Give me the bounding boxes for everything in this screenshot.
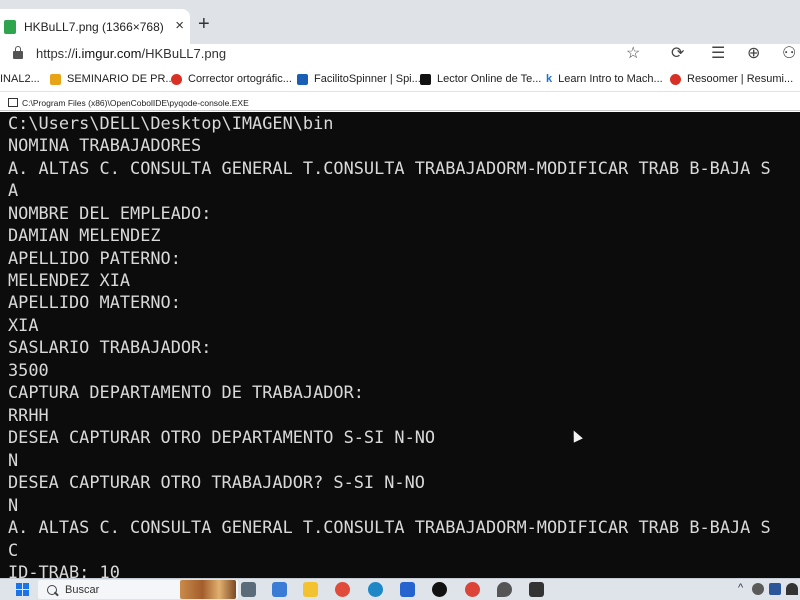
bookmarks-bar: INAL2... SEMINARIO DE PR... Corrector or…: [0, 70, 800, 92]
bookmark-item[interactable]: k Learn Intro to Mach...: [546, 73, 663, 85]
console-line: DESEA CAPTURAR OTRO TRABAJADOR? S-SI N-N…: [8, 472, 425, 492]
console-line: A. ALTAS C. CONSULTA GENERAL T.CONSULTA …: [8, 517, 771, 537]
console-title-bar: C:\Program Files (x86)\OpenCobolIDE\pyqo…: [0, 95, 800, 111]
console-title: C:\Program Files (x86)\OpenCobolIDE\pyqo…: [22, 97, 249, 108]
extensions-icon[interactable]: ⟳: [671, 44, 684, 64]
files-app-icon[interactable]: [272, 582, 287, 597]
browser-tab-strip: HKBuLL7.png (1366×768) × +: [0, 0, 800, 44]
console-line: C:\Users\DELL\Desktop\IMAGEN\bin: [8, 113, 334, 133]
windows-start-icon[interactable]: [16, 583, 29, 596]
console-line: DESEA CAPTURAR OTRO DEPARTAMENTO S-SI N-…: [8, 427, 436, 447]
console-line: APELLIDO PATERNO:: [8, 248, 181, 268]
console-line: A: [8, 180, 19, 200]
close-tab-icon[interactable]: ×: [175, 17, 184, 35]
console-line: A. ALTAS C. CONSULTA GENERAL T.CONSULTA …: [8, 158, 771, 178]
console-line: RRHH: [8, 405, 49, 425]
bookmark-item[interactable]: INAL2...: [0, 73, 40, 85]
lock-icon[interactable]: [13, 46, 23, 59]
console-window-icon: [8, 98, 18, 107]
todo-icon[interactable]: [400, 582, 415, 597]
edge-icon[interactable]: [368, 582, 383, 597]
console-line: 3500: [8, 360, 49, 380]
tab-image[interactable]: HKBuLL7.png (1366×768) ×: [0, 9, 190, 44]
chrome-profile-icon[interactable]: [465, 582, 480, 597]
resoomer-icon: [670, 73, 681, 85]
tray-overflow-icon[interactable]: ^: [738, 582, 743, 594]
word-icon[interactable]: [769, 583, 781, 595]
bookmark-folder-icon: [50, 73, 61, 85]
console-line: C: [8, 540, 19, 560]
console-line: N: [8, 495, 19, 515]
image-favicon-icon: [4, 19, 16, 34]
url-path: /HKBuLL7.png: [141, 46, 227, 61]
star-icon[interactable]: ☆: [626, 44, 640, 64]
mouse-pointer-icon: [569, 428, 583, 443]
chrome-icon[interactable]: [335, 582, 350, 597]
spinner-icon: [297, 73, 308, 85]
task-view-icon[interactable]: [241, 582, 256, 597]
console-line: N: [8, 450, 19, 470]
tab-title: HKBuLL7.png (1366×768): [24, 19, 164, 34]
search-placeholder: Buscar: [65, 583, 100, 596]
collections-icon[interactable]: ⊕: [747, 44, 760, 64]
profile-icon[interactable]: ⚇: [782, 44, 796, 64]
new-tab-button[interactable]: +: [198, 13, 210, 35]
kaggle-icon: k: [546, 73, 553, 85]
console-line: NOMBRE DEL EMPLEADO:: [8, 203, 212, 223]
reader-icon: [420, 73, 431, 85]
console-line: DAMIAN MELENDEZ: [8, 225, 161, 245]
console-line: CAPTURA DEPARTAMENTO DE TRABAJADOR:: [8, 382, 364, 402]
console-app-icon[interactable]: [529, 582, 544, 597]
wifi-icon[interactable]: [786, 583, 798, 595]
console-line: XIA: [8, 315, 39, 335]
taskbar: Buscar ^: [0, 578, 800, 600]
bookmark-item[interactable]: SEMINARIO DE PR...: [50, 73, 175, 85]
search-icon: [47, 584, 57, 595]
console-line: MELENDEZ XIA: [8, 270, 131, 290]
console-line: ID-TRAB: 10: [8, 562, 120, 578]
taskbar-search-box[interactable]: Buscar: [38, 580, 238, 599]
console-output[interactable]: C:\Users\DELL\Desktop\IMAGEN\bin NOMINA …: [0, 112, 800, 578]
corrector-icon: [171, 73, 182, 85]
search-highlight-image: [180, 580, 236, 599]
console-line: SASLARIO TRABAJADOR:: [8, 337, 212, 357]
tiktok-icon[interactable]: [432, 582, 447, 597]
file-explorer-icon[interactable]: [303, 582, 318, 597]
bookmark-item[interactable]: Lector Online de Te...: [420, 73, 541, 85]
favorites-icon[interactable]: ☰: [711, 44, 725, 64]
url-host: i.imgur.com: [75, 46, 142, 61]
network-icon[interactable]: [752, 583, 764, 595]
url-scheme: https://: [36, 46, 76, 61]
console-line: NOMINA TRABAJADORES: [8, 135, 202, 155]
console-line: APELLIDO MATERNO:: [8, 292, 181, 312]
address-bar-row: https://i.imgur.com/HKBuLL7.png ☆ ⟳ ☰ ⊕ …: [0, 44, 800, 66]
drop-app-icon[interactable]: [497, 582, 512, 597]
bookmark-item[interactable]: Corrector ortográfic...: [171, 73, 292, 85]
url-field[interactable]: https://i.imgur.com/HKBuLL7.png: [36, 46, 226, 61]
bookmark-item[interactable]: FacilitoSpinner | Spi...: [297, 73, 421, 85]
bookmark-item[interactable]: Resoomer | Resumi...: [670, 73, 793, 85]
